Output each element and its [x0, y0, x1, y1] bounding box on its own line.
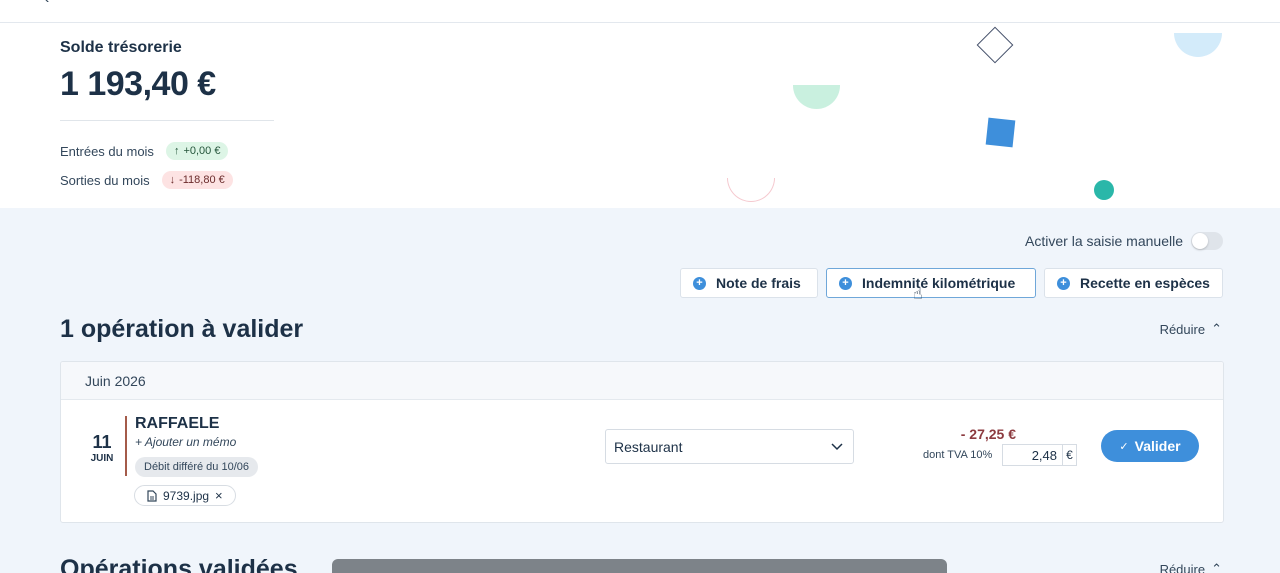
plus-circle-icon: +: [839, 276, 852, 290]
balance-amount: 1 193,40 €: [60, 65, 216, 103]
pending-reduce-button[interactable]: Réduire ⌃: [1160, 321, 1222, 337]
validated-reduce-button[interactable]: Réduire ⌃: [1160, 561, 1222, 573]
category-color-bar: [125, 416, 127, 476]
back-chevron-icon[interactable]: ‹: [44, 0, 49, 8]
check-icon: ✓: [1119, 440, 1129, 453]
monthly-expense-badge: ↓ -118,80 €: [161, 171, 233, 189]
reduce-label: Réduire: [1159, 321, 1206, 337]
vat-label: dont TVA 10%: [923, 449, 993, 461]
hand-cursor-icon: ☝: [913, 286, 923, 303]
validate-label: Valider: [1134, 438, 1181, 454]
chevron-up-icon: ⌃: [1211, 561, 1222, 573]
divider: [60, 120, 274, 121]
top-bar: ‹: [0, 0, 1280, 23]
merchant-name: RAFFAELE: [135, 415, 220, 432]
expense-note-button[interactable]: + Note de frais: [680, 268, 818, 298]
decorative-diamond: [976, 26, 1014, 64]
attachment-chip[interactable]: 9739.jpg ×: [134, 485, 236, 506]
vat-value: 2,48: [1031, 447, 1057, 463]
remove-attachment-icon[interactable]: ×: [215, 488, 223, 503]
validate-button[interactable]: ✓ Valider: [1101, 430, 1199, 462]
decorative-semicircle-green: [793, 85, 840, 109]
chevron-up-icon: ⌃: [1211, 321, 1222, 336]
pending-operations-card: Juin 2026 11 JUIN RAFFAELE + Ajouter un …: [60, 361, 1224, 523]
monthly-income-row: Entrées du mois ↑ +0,00 €: [60, 142, 229, 160]
decorative-semicircle-pink: [727, 178, 775, 202]
mileage-allowance-button[interactable]: + Indemnité kilométrique: [826, 268, 1036, 298]
monthly-expense-row: Sorties du mois ↓ -118,80 €: [60, 171, 233, 189]
month-header: Juin 2026: [61, 362, 1223, 400]
pending-section-title: 1 opération à valider: [60, 315, 304, 343]
cash-receipt-button[interactable]: + Recette en espèces: [1044, 268, 1223, 298]
treasury-summary: Solde trésorerie 1 193,40 € Entrées du m…: [0, 23, 1280, 208]
attachment-name: 9739.jpg: [163, 488, 210, 503]
monthly-expense-label: Sorties du mois: [60, 172, 150, 188]
caption-overlay: [332, 559, 947, 573]
reduce-label: Réduire: [1159, 561, 1206, 573]
decorative-dot: [1094, 180, 1114, 200]
vat-input[interactable]: 2,48 €: [1002, 444, 1077, 466]
monthly-income-label: Entrées du mois: [60, 143, 154, 159]
mileage-allowance-label: Indemnité kilométrique: [862, 275, 1016, 291]
arrow-up-icon: ↑: [173, 145, 180, 157]
toggle-knob: [1192, 233, 1208, 249]
deferred-debit-badge: Débit différé du 10/06: [135, 457, 258, 477]
manual-entry-row: Activer la saisie manuelle: [1025, 232, 1223, 250]
category-select[interactable]: Restaurant: [605, 429, 854, 464]
operation-month: JUIN: [90, 453, 114, 464]
operation-day: 11: [92, 432, 112, 452]
currency-symbol: €: [1062, 445, 1076, 465]
plus-circle-icon: +: [693, 276, 706, 290]
plus-circle-icon: +: [1057, 276, 1070, 290]
cash-receipt-label: Recette en espèces: [1080, 275, 1210, 291]
manual-entry-toggle[interactable]: [1191, 232, 1223, 250]
chevron-down-icon: [831, 442, 843, 450]
validated-section-title: Opérations validées: [60, 555, 298, 573]
balance-label: Solde trésorerie: [60, 39, 182, 56]
monthly-income-value: +0,00 €: [183, 145, 221, 157]
operation-date: 11 JUIN: [87, 432, 117, 464]
expense-note-label: Note de frais: [716, 275, 801, 291]
manual-entry-label: Activer la saisie manuelle: [1025, 233, 1183, 249]
file-icon: [147, 489, 157, 502]
monthly-income-badge: ↑ +0,00 €: [165, 142, 229, 160]
add-memo-link[interactable]: + Ajouter un mémo: [135, 435, 236, 449]
category-value: Restaurant: [614, 438, 683, 455]
decorative-square: [985, 117, 1016, 148]
operation-amount: - 27,25 €: [960, 426, 1016, 442]
arrow-down-icon: ↓: [169, 174, 176, 186]
monthly-expense-value: -118,80 €: [179, 174, 225, 186]
decorative-semicircle-blue: [1174, 33, 1222, 57]
